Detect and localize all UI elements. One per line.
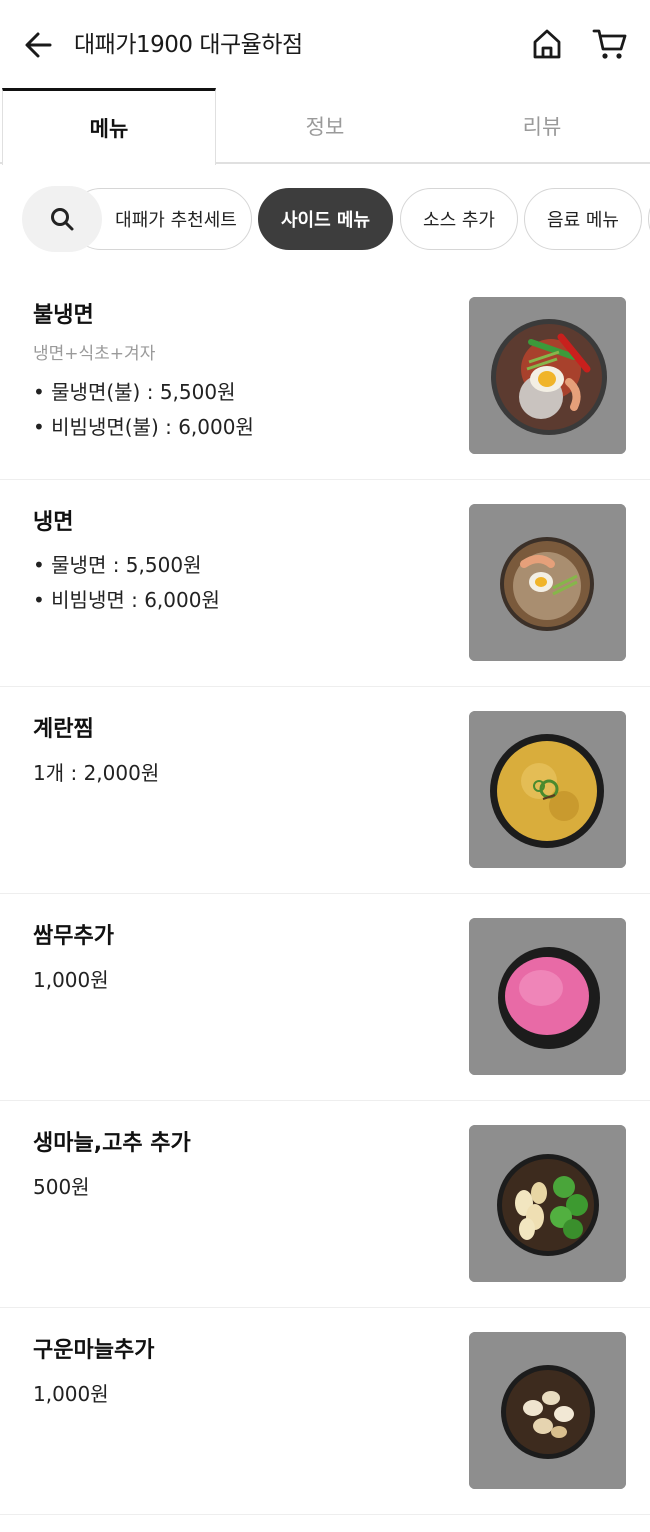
spicy-cold-noodle-photo [469, 297, 626, 454]
menu-item-price-line: 1,000원 [33, 1382, 109, 1406]
tab-info[interactable]: 정보 [216, 88, 434, 164]
menu-item-price-line: 1,000원 [33, 968, 109, 992]
menu-search-button[interactable] [22, 186, 102, 252]
tab-review[interactable]: 리뷰 [434, 88, 650, 164]
garlic-pepper-photo [469, 1125, 626, 1282]
roasted-garlic-photo [469, 1332, 626, 1489]
category-filter-bar: 대패가 추천세트 사이드 메뉴 소스 추가 음료 메뉴 [0, 186, 650, 254]
menu-item-name: 쌈무추가 [33, 924, 114, 949]
back-button[interactable] [22, 28, 56, 62]
menu-item[interactable]: 쌈무추가 1,000원 [0, 894, 650, 1101]
home-icon [533, 29, 561, 59]
pickled-radish-photo [469, 918, 626, 1075]
tab-menu[interactable]: 메뉴 [2, 88, 216, 165]
menu-item-name: 구운마늘추가 [33, 1338, 155, 1363]
menu-item[interactable]: 냉면 • 물냉면 : 5,500원 • 비빔냉면 : 6,000원 [0, 480, 650, 687]
menu-item-price-line: • 비빔냉면 : 6,000원 [33, 588, 220, 612]
menu-item-price-line: 1개 : 2,000원 [33, 761, 160, 785]
menu-item[interactable]: 구운마늘추가 1,000원 [0, 1308, 650, 1515]
menu-item-image [469, 297, 626, 454]
menu-item-price-line: • 물냉면(불) : 5,500원 [33, 380, 236, 404]
search-icon [51, 208, 74, 231]
store-title: 대패가1900 대구율하점 [74, 32, 303, 58]
cart-button[interactable] [592, 27, 628, 61]
cold-noodle-photo [469, 504, 626, 661]
menu-item[interactable]: 생마늘,고추 추가 500원 [0, 1101, 650, 1308]
cart-icon [592, 29, 627, 59]
menu-item-name: 계란찜 [33, 717, 94, 742]
app-header: 대패가1900 대구율하점 [0, 0, 650, 90]
menu-item-image [469, 918, 626, 1075]
arrow-left-icon [25, 32, 52, 58]
home-button[interactable] [530, 27, 564, 61]
menu-item-name: 생마늘,고추 추가 [33, 1131, 191, 1156]
menu-item[interactable]: 불냉면 냉면+식초+겨자 • 물냉면(불) : 5,500원 • 비빔냉면(불)… [0, 273, 650, 480]
menu-item-image [469, 504, 626, 661]
chip-sauce-add[interactable]: 소스 추가 [400, 188, 518, 250]
menu-item-description: 냉면+식초+겨자 [33, 344, 156, 364]
menu-item-image [469, 711, 626, 868]
menu-item-name: 불냉면 [33, 303, 94, 328]
menu-item-image [469, 1125, 626, 1282]
menu-item-price-line: • 비빔냉면(불) : 6,000원 [33, 415, 254, 439]
store-tabs: 메뉴 정보 리뷰 [0, 88, 650, 165]
menu-item-image [469, 1332, 626, 1489]
menu-item[interactable]: 계란찜 1개 : 2,000원 [0, 687, 650, 894]
chip-drink-menu[interactable]: 음료 메뉴 [524, 188, 642, 250]
menu-item-name: 냉면 [33, 510, 74, 535]
menu-item-price-line: 500원 [33, 1175, 90, 1199]
steamed-egg-photo [469, 711, 626, 868]
chip-side-menu[interactable]: 사이드 메뉴 [258, 188, 393, 250]
menu-item-price-line: • 물냉면 : 5,500원 [33, 553, 202, 577]
